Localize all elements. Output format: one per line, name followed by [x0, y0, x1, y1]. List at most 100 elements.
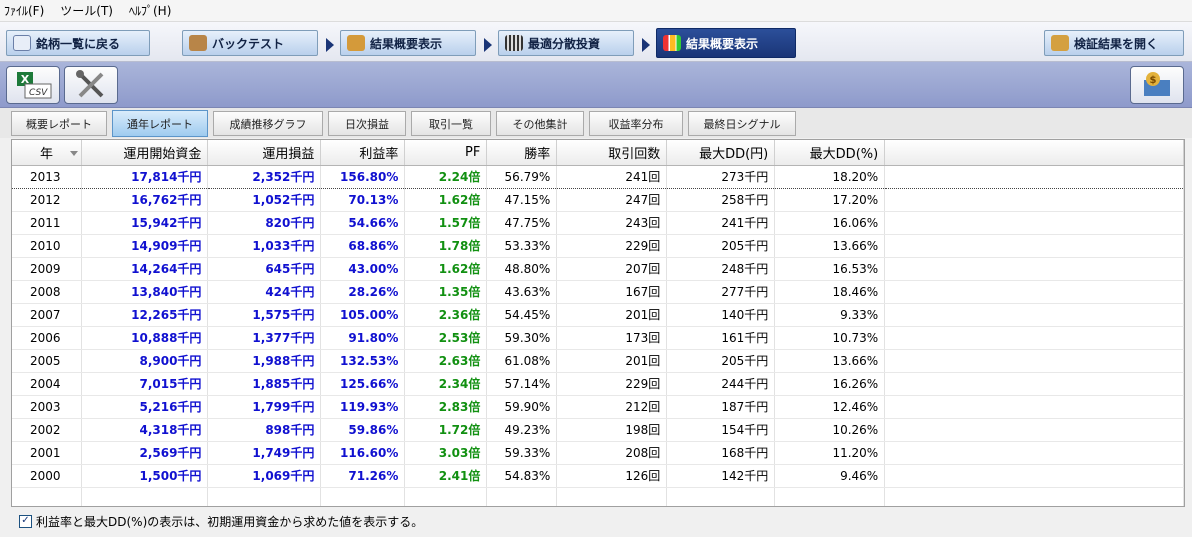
- column-header-win-rate[interactable]: 勝率: [486, 140, 558, 166]
- cell-max-dd-pct: 13.66%: [774, 349, 886, 373]
- cell-return: 125.66%: [320, 372, 406, 396]
- bag-icon: [189, 35, 207, 51]
- table-row[interactable]: 2012 16,762千円 1,052千円 70.13% 1.62倍 47.15% 247回…: [12, 188, 1184, 212]
- cell-return: 71.26%: [320, 464, 406, 488]
- column-header-return[interactable]: 利益率: [320, 140, 406, 166]
- empty-cell: [320, 487, 406, 506]
- cell-return: 43.00%: [320, 257, 406, 281]
- table-row[interactable]: 2008 13,840千円 424千円 28.26% 1.35倍 43.63% 167回 27…: [12, 280, 1184, 304]
- table-row[interactable]: 2005 8,900千円 1,988千円 132.53% 2.63倍 61.08% 201回…: [12, 349, 1184, 373]
- cell-max-dd-yen: 205千円: [666, 349, 776, 373]
- tab-performance-graph[interactable]: 成績推移グラフ: [213, 111, 323, 136]
- cell-start-capital: 14,264千円: [81, 257, 209, 281]
- column-header-trade-count[interactable]: 取引回数: [556, 140, 668, 166]
- table-row[interactable]: 2006 10,888千円 1,377千円 91.80% 2.53倍 59.30% 173回…: [12, 326, 1184, 350]
- cell-max-dd-yen: 273千円: [666, 164, 776, 189]
- cell-pf: 2.83倍: [404, 395, 488, 419]
- table-row[interactable]: 2002 4,318千円 898千円 59.86% 1.72倍 49.23% 198回 154…: [12, 418, 1184, 442]
- table-row[interactable]: 2000 1,500千円 1,069千円 71.26% 2.41倍 54.83% 126回 1…: [12, 464, 1184, 488]
- cell-win-rate: 48.80%: [486, 257, 558, 281]
- cell-win-rate: 56.79%: [486, 164, 558, 189]
- cell-pf: 2.63倍: [404, 349, 488, 373]
- empty-cell: [884, 487, 1184, 506]
- column-header-pf[interactable]: PF: [404, 140, 488, 166]
- menu-help[interactable]: ﾍﾙﾌﾟ(H): [129, 2, 171, 19]
- cell-max-dd-pct: 10.26%: [774, 418, 886, 442]
- cell-start-capital: 10,888千円: [81, 326, 209, 350]
- cell-filler: [884, 303, 1184, 327]
- table-row[interactable]: 2001 2,569千円 1,749千円 116.60% 3.03倍 59.33% 208回…: [12, 441, 1184, 465]
- csv-label: CSV: [29, 88, 48, 98]
- cell-pnl: 898千円: [207, 418, 322, 442]
- tab-overview-report[interactable]: 概要レポート: [11, 111, 107, 136]
- cell-pf: 2.24倍: [404, 164, 488, 189]
- column-header-start-capital[interactable]: 運用開始資金: [81, 140, 209, 166]
- empty-cell: [666, 487, 776, 506]
- table-row[interactable]: 2013 17,814千円 2,352千円 156.80% 2.24倍 56.79% 241…: [12, 164, 1184, 189]
- menu-file[interactable]: ﾌｧｲﾙ(F): [4, 2, 44, 19]
- empty-cell: [486, 487, 558, 506]
- money-export-button[interactable]: $: [1130, 66, 1184, 104]
- table-row[interactable]: 2011 15,942千円 820千円 54.66% 1.57倍 47.75% 243回 24…: [12, 211, 1184, 235]
- export-csv-button[interactable]: X CSV: [6, 66, 60, 104]
- cell-max-dd-yen: 161千円: [666, 326, 776, 350]
- cell-year: 2013: [12, 164, 83, 189]
- cell-pnl: 1,799千円: [207, 395, 322, 419]
- settings-tools-button[interactable]: [64, 66, 118, 104]
- cell-filler: [884, 326, 1184, 350]
- backtest-button[interactable]: バックテスト: [182, 30, 318, 56]
- tab-daily-pnl[interactable]: 日次損益: [328, 111, 406, 136]
- column-header-max-dd-pct[interactable]: 最大DD(%): [774, 140, 886, 166]
- empty-cell: [774, 487, 886, 506]
- tab-final-day-signal[interactable]: 最終日シグナル: [688, 111, 796, 136]
- cell-year: 2005: [12, 349, 83, 373]
- cell-start-capital: 12,265千円: [81, 303, 209, 327]
- annual-report-table[interactable]: 年 運用開始資金 運用損益 利益率 PF 勝率 取引回数 最大DD(円) 最大D…: [11, 139, 1185, 507]
- cell-max-dd-pct: 18.20%: [774, 164, 886, 189]
- column-header-pnl[interactable]: 運用損益: [207, 140, 322, 166]
- initial-capital-checkbox-label[interactable]: 利益率と最大DD(%)の表示は、初期運用資金から求めた値を表示する。: [36, 513, 423, 530]
- back-to-list-button[interactable]: 銘柄一覧に戻る: [6, 30, 150, 56]
- cell-max-dd-pct: 17.20%: [774, 188, 886, 212]
- cell-return: 68.86%: [320, 234, 406, 258]
- table-row[interactable]: 2003 5,216千円 1,799千円 119.93% 2.83倍 59.90% 212回…: [12, 395, 1184, 419]
- cell-start-capital: 16,762千円: [81, 188, 209, 212]
- cell-trade-count: 198回: [556, 418, 668, 442]
- tab-other-stats[interactable]: その他集計: [496, 111, 584, 136]
- initial-capital-checkbox[interactable]: ✓: [19, 514, 32, 528]
- cell-trade-count: 247回: [556, 188, 668, 212]
- table-row[interactable]: 2009 14,264千円 645千円 43.00% 1.62倍 48.80% 207回 24…: [12, 257, 1184, 281]
- cell-win-rate: 47.75%: [486, 211, 558, 235]
- summary-active-button[interactable]: 結果概要表示: [656, 28, 796, 58]
- table-row[interactable]: 2007 12,265千円 1,575千円 105.00% 2.36倍 54.45% 201…: [12, 303, 1184, 327]
- cell-max-dd-yen: 241千円: [666, 211, 776, 235]
- column-header-max-dd-yen[interactable]: 最大DD(円): [666, 140, 776, 166]
- cell-max-dd-yen: 258千円: [666, 188, 776, 212]
- cell-max-dd-pct: 16.26%: [774, 372, 886, 396]
- summary-step-button[interactable]: 結果概要表示: [340, 30, 476, 56]
- optimal-portfolio-button[interactable]: 最適分散投資: [498, 30, 634, 56]
- tab-return-distribution[interactable]: 収益率分布: [589, 111, 683, 136]
- cell-start-capital: 14,909千円: [81, 234, 209, 258]
- cell-max-dd-yen: 248千円: [666, 257, 776, 281]
- tab-trade-list[interactable]: 取引一覧: [411, 111, 491, 136]
- table-row[interactable]: 2010 14,909千円 1,033千円 68.86% 1.78倍 53.33% 229回…: [12, 234, 1184, 258]
- cell-pf: 2.34倍: [404, 372, 488, 396]
- empty-cell: [404, 487, 488, 506]
- column-header-year[interactable]: 年: [12, 140, 83, 166]
- cell-trade-count: 126回: [556, 464, 668, 488]
- cell-start-capital: 8,900千円: [81, 349, 209, 373]
- open-results-button[interactable]: 検証結果を開く: [1044, 30, 1184, 56]
- cell-start-capital: 1,500千円: [81, 464, 209, 488]
- tab-annual-report[interactable]: 通年レポート: [112, 110, 208, 137]
- menu-tools[interactable]: ツール(T): [60, 2, 113, 19]
- table-row[interactable]: 2004 7,015千円 1,885千円 125.66% 2.34倍 57.14% 229回…: [12, 372, 1184, 396]
- cell-max-dd-pct: 9.46%: [774, 464, 886, 488]
- cell-trade-count: 173回: [556, 326, 668, 350]
- cell-filler: [884, 372, 1184, 396]
- eye-icon: [13, 35, 31, 51]
- cell-max-dd-yen: 187千円: [666, 395, 776, 419]
- cell-pnl: 1,885千円: [207, 372, 322, 396]
- cell-max-dd-yen: 205千円: [666, 234, 776, 258]
- cell-win-rate: 59.90%: [486, 395, 558, 419]
